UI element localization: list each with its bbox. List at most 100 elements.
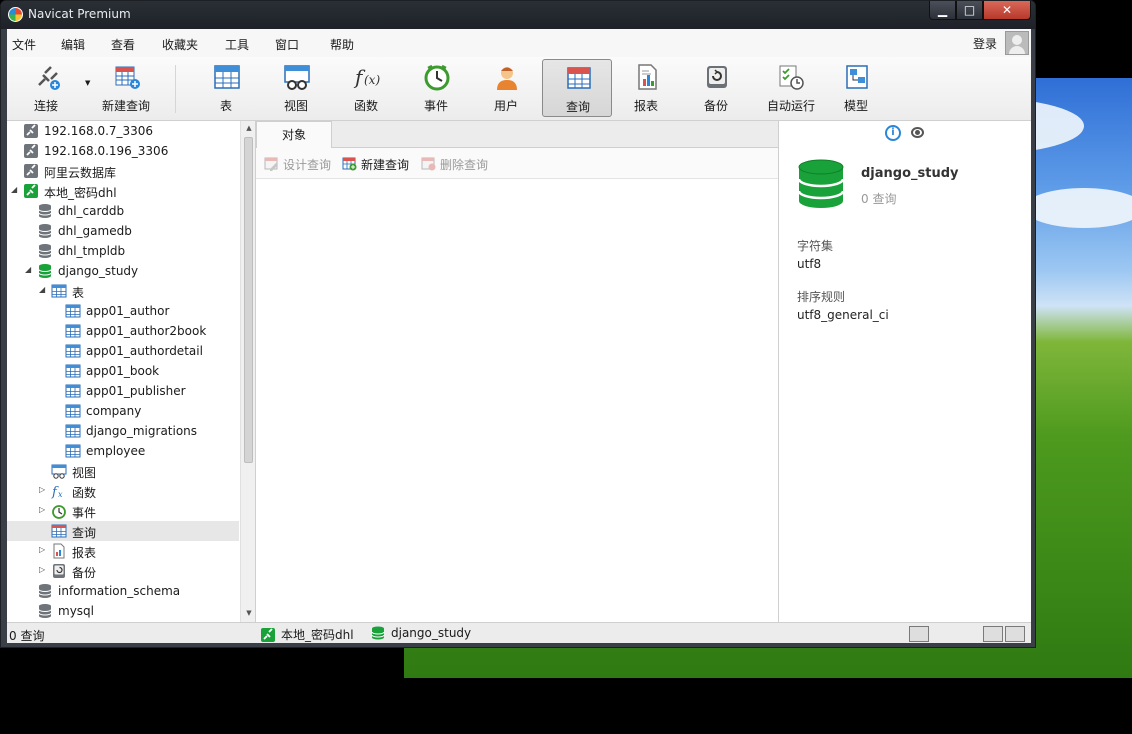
tree-item[interactable]: app01_authordetail [7, 341, 239, 361]
menu-help[interactable]: 帮助 [330, 36, 354, 53]
connection-dropdown-icon[interactable]: ▼ [85, 79, 90, 87]
tree-item[interactable]: 192.168.0.196_3306 [7, 141, 239, 161]
tree-item[interactable]: ▷ 事件 [7, 501, 239, 521]
info-icon[interactable]: i [885, 125, 901, 141]
tree-item[interactable]: dhl_gamedb [7, 221, 239, 241]
tree-item[interactable]: ▷ f x 函数 [7, 481, 239, 501]
menu-file[interactable]: 文件 [12, 36, 36, 53]
tree-item-label: app01_publisher [86, 384, 186, 398]
tree-item[interactable]: mysql [7, 601, 239, 621]
close-button[interactable]: ✕ [983, 1, 1031, 20]
menu-tools[interactable]: 工具 [225, 36, 249, 53]
detail-view-icon[interactable] [951, 626, 971, 642]
tree-expander-icon[interactable]: ▷ [39, 506, 47, 514]
automation-button[interactable]: 自动运行 [751, 59, 831, 117]
tree-item[interactable]: 阿里云数据库 [7, 161, 239, 181]
database-large-icon [797, 159, 845, 208]
backup-button[interactable]: 备份 [681, 59, 751, 117]
tree-item-label: 阿里云数据库 [44, 166, 117, 180]
info-query-count: 0 查询 [861, 192, 897, 206]
table-icon [65, 423, 81, 439]
tree-item-label: employee [86, 444, 146, 458]
design-query-button[interactable]: 设计查询 [264, 156, 331, 173]
tree-item[interactable]: ▷ 报表 [7, 541, 239, 561]
tree-expander-icon[interactable]: ◢ [39, 286, 47, 294]
model-label: 模型 [843, 99, 868, 113]
function-icon: fx [51, 483, 67, 500]
tree-item-label: app01_author2book [86, 324, 207, 338]
tree-expander-icon[interactable]: ▷ [39, 486, 47, 494]
toggle-info-pane-icon[interactable] [1005, 626, 1025, 642]
delete-query-button[interactable]: 删除查询 [421, 156, 488, 173]
table-icon [65, 403, 81, 419]
tree-item[interactable]: company [7, 401, 239, 421]
tree-expander-icon[interactable]: ▷ [39, 566, 47, 574]
model-button[interactable]: 模型 [821, 59, 891, 117]
tab-objects[interactable]: 对象 [256, 121, 332, 148]
avatar-icon[interactable] [1005, 31, 1029, 55]
new-query-action-icon [342, 157, 357, 171]
scroll-down-icon[interactable]: ▼ [244, 609, 254, 619]
tree-item[interactable]: app01_author2book [7, 321, 239, 341]
minimize-button[interactable]: ▁ [929, 1, 956, 20]
query-icon [567, 67, 591, 89]
info-pane: i django_study 0 查询 字符集 utf8 排序规则 utf8_g… [778, 121, 1031, 622]
tree-item[interactable]: dhl_tmpldb [7, 241, 239, 261]
backup-label: 备份 [703, 99, 728, 113]
function-button[interactable]: f (x) 函数 [331, 59, 401, 117]
tree-item[interactable]: ◢ 表 [7, 281, 239, 301]
tree-item[interactable]: employee [7, 441, 239, 461]
tree-item-label: app01_author [86, 304, 170, 318]
function-icon: f (x) [353, 65, 380, 89]
scroll-up-icon[interactable]: ▲ [244, 124, 254, 134]
tree-item[interactable]: information_schema [7, 581, 239, 601]
object-toolbar: 设计查询 新建查询 删除查询 [256, 148, 778, 196]
status-database: django_study [371, 626, 471, 640]
query-button[interactable]: 查询 [542, 59, 612, 117]
view-button[interactable]: 视图 [261, 59, 331, 117]
title-bar[interactable]: Navicat Premium ▁ □ ✕ [1, 1, 1035, 29]
table-button[interactable]: 表 [191, 59, 261, 117]
tree-item[interactable]: 视图 [7, 461, 239, 481]
backup-icon [51, 563, 67, 579]
tree-item[interactable]: ◢ django_study [7, 261, 239, 281]
tree-item[interactable]: dhl_carddb [7, 201, 239, 221]
eye-icon[interactable] [911, 127, 924, 138]
navigation-scrollbar[interactable]: ▲ ▼ [240, 121, 255, 622]
toggle-nav-pane-icon[interactable] [983, 626, 1003, 642]
object-list[interactable] [256, 178, 778, 622]
tree-item-label: dhl_carddb [58, 204, 125, 218]
user-button[interactable]: 用户 [471, 59, 541, 117]
event-button[interactable]: 事件 [401, 59, 471, 117]
menu-favorites[interactable]: 收藏夹 [162, 36, 198, 53]
tree-item[interactable]: app01_book [7, 361, 239, 381]
menu-window[interactable]: 窗口 [275, 36, 299, 53]
login-link[interactable]: 登录 [973, 35, 997, 52]
new-query-button[interactable]: 新建查询 [91, 59, 161, 117]
new-query-action-label: 新建查询 [361, 158, 410, 172]
navigation-pane: 192.168.0.7_3306 192.168.0.196_3306 阿里云数据库… [7, 121, 256, 622]
report-button[interactable]: 报表 [611, 59, 681, 117]
tree-expander-icon[interactable]: ▷ [39, 546, 47, 554]
maximize-button[interactable]: □ [956, 1, 983, 20]
new-query-action-button[interactable]: 新建查询 [342, 156, 409, 173]
tree-item[interactable]: app01_author [7, 301, 239, 321]
tree-expander-icon[interactable]: ◢ [11, 186, 19, 194]
grid-view-icon[interactable] [909, 626, 929, 642]
scrollbar-thumb[interactable] [244, 137, 253, 463]
tree-item[interactable]: 192.168.0.7_3306 [7, 121, 239, 141]
tree-item[interactable]: 查询 [7, 521, 239, 541]
tree-item[interactable]: django_migrations [7, 421, 239, 441]
tree-item[interactable]: ▷ 备份 [7, 561, 239, 581]
connection-label: 连接 [33, 99, 58, 113]
menu-view[interactable]: 查看 [111, 36, 135, 53]
desktop: Navicat Premium ▁ □ ✕ 文件 编辑 查看 收藏夹 工具 窗口… [0, 0, 1132, 734]
automation-icon [779, 65, 804, 90]
list-view-icon[interactable] [930, 626, 950, 642]
connection-button[interactable]: 连接 ▼ [11, 59, 90, 117]
toolbar-separator [175, 65, 176, 113]
tree-item[interactable]: ◢ 本地_密码dhl [7, 181, 239, 201]
tree-item[interactable]: app01_publisher [7, 381, 239, 401]
menu-edit[interactable]: 编辑 [61, 36, 85, 53]
tree-expander-icon[interactable]: ◢ [25, 266, 33, 274]
